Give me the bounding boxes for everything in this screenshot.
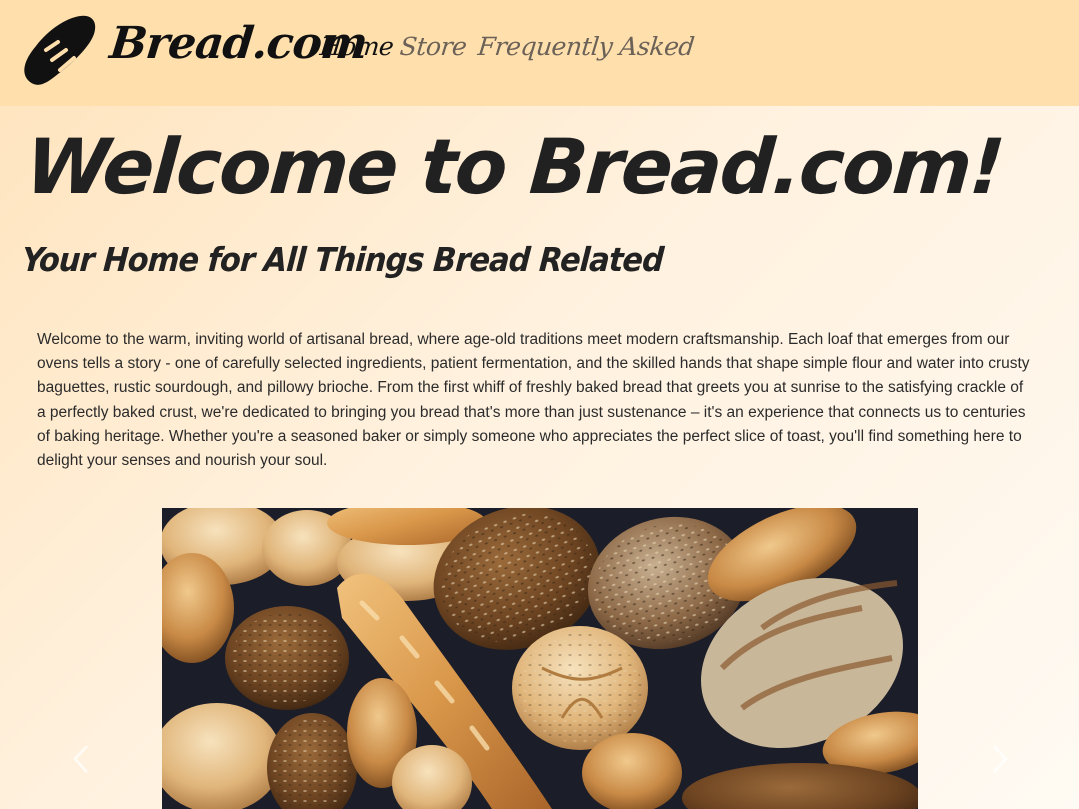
chevron-right-icon bbox=[993, 745, 1008, 773]
nav-link-home[interactable]: Home bbox=[318, 32, 394, 61]
nav-link-store[interactable]: Store bbox=[398, 32, 468, 61]
navbar: Bread.com Home Store Frequently Asked bbox=[0, 0, 1079, 106]
carousel-next-button[interactable] bbox=[985, 744, 1015, 774]
carousel-slide bbox=[162, 508, 918, 809]
bread-assortment-image bbox=[162, 508, 918, 809]
nav-link-frequently-asked[interactable]: Frequently Asked bbox=[476, 32, 695, 61]
intro-paragraph: Welcome to the warm, inviting world of a… bbox=[37, 331, 1030, 470]
image-carousel bbox=[0, 508, 1079, 809]
bread-loaf-icon[interactable] bbox=[18, 12, 98, 92]
page-subtitle: Your Home for All Things Bread Related bbox=[20, 240, 665, 279]
carousel-prev-button[interactable] bbox=[66, 744, 96, 774]
chevron-left-icon bbox=[73, 745, 88, 773]
page-title: Welcome to Bread.com! bbox=[22, 122, 1006, 211]
